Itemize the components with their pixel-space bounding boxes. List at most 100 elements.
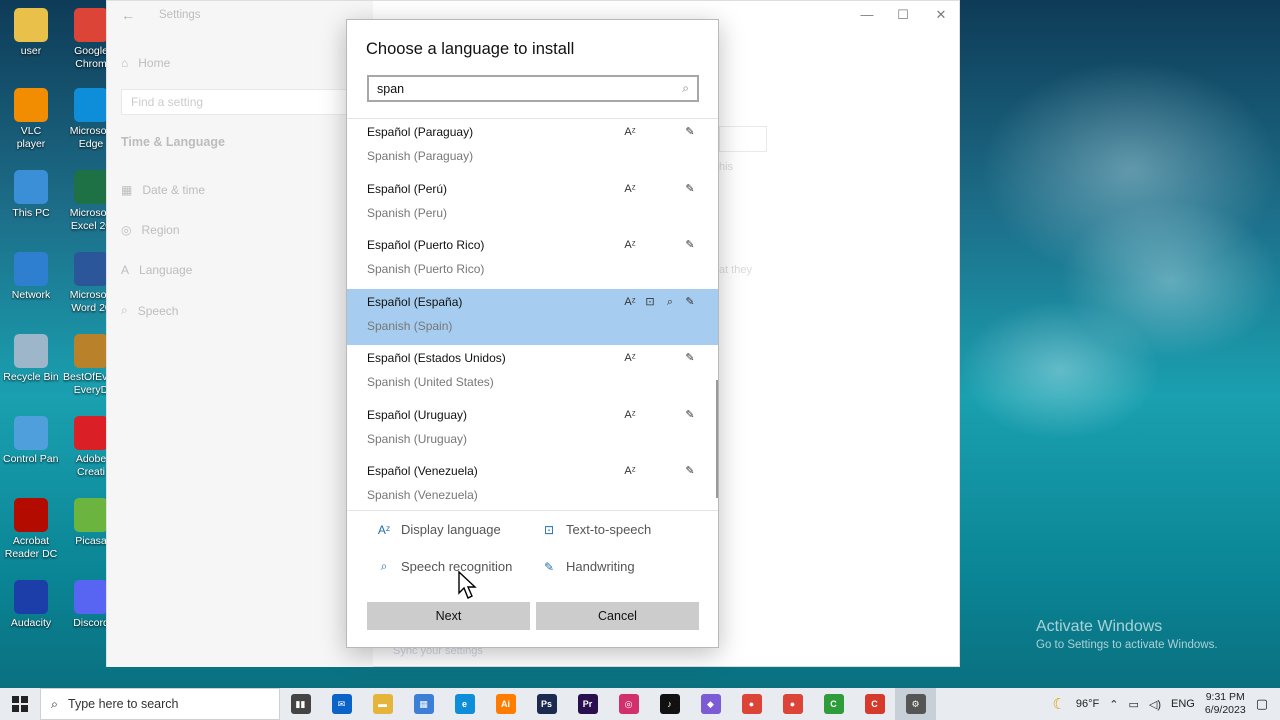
microphone-icon: ⌕ [666, 295, 674, 308]
language-row[interactable]: Español (Paraguay) Spanish (Paraguay) Aᶻ ✎ [347, 119, 718, 175]
legend-label: Display language [401, 522, 501, 537]
desktop-icon-label: This PC [12, 207, 50, 219]
start-button[interactable] [0, 688, 40, 720]
legend-label: Speech recognition [401, 559, 513, 574]
weather-temp[interactable]: 96°F [1076, 698, 1099, 710]
taskbar-search-placeholder: Type here to search [68, 697, 179, 711]
desktop-icon[interactable]: Recycle Bin [3, 334, 59, 384]
language-name: Español (España) [367, 294, 463, 309]
clock-date: 6/9/2023 [1204, 704, 1246, 716]
desktop-icon[interactable]: Audacity [3, 580, 59, 630]
choose-language-dialog: Choose a language to install span ⌕ Espa… [346, 19, 719, 648]
desktop-icon[interactable]: Acrobat Reader DC [3, 498, 59, 561]
desktop-app-icon [14, 170, 48, 204]
desktop-icon-label: Recycle Bin [3, 371, 59, 383]
language-row[interactable]: Español (Uruguay) Spanish (Uruguay) Aᶻ ✎ [347, 402, 718, 458]
desktop-icon-label: Acrobat [12, 535, 50, 547]
desktop-icon-label-line2: Reader DC [4, 548, 58, 560]
taskbar-tiktok-button[interactable]: ♪ [649, 688, 690, 720]
notification-icon[interactable]: ▢ [1256, 696, 1268, 712]
taskbar-chrome-2-button[interactable]: ● [772, 688, 813, 720]
desktop-icon-label: user [20, 45, 42, 57]
display-language-icon: Aᶻ [624, 295, 636, 308]
cancel-button[interactable]: Cancel [536, 602, 699, 630]
handwriting-icon: ✎ [685, 465, 695, 477]
photoshop-icon: Ps [536, 694, 557, 714]
obsidian-icon: ◆ [700, 694, 721, 714]
next-button[interactable]: Next [367, 602, 530, 630]
desktop-app-icon [74, 416, 108, 450]
weather-moon-icon: ☾ [1052, 696, 1066, 713]
clock[interactable]: 9:31 PM 6/9/2023 [1205, 691, 1246, 717]
legend-handwriting: ✎ Handwriting [542, 559, 635, 574]
taskbar-chrome-1-button[interactable]: ● [731, 688, 772, 720]
task-view-icon: ▮▮ [290, 694, 311, 714]
display-language-icon: Aᶻ [624, 465, 636, 477]
legend-display-language: Aᶻ Display language [377, 522, 501, 537]
language-search-input[interactable]: span ⌕ [367, 75, 699, 102]
taskbar-edge-button[interactable]: e [444, 688, 485, 720]
language-name: Español (Uruguay) [367, 407, 468, 422]
taskbar-obsidian-button[interactable]: ◆ [690, 688, 731, 720]
taskbar-photoshop-button[interactable]: Ps [526, 688, 567, 720]
language-row[interactable]: Español (España) Spanish (Spain) Aᶻ ⊡ ⌕ ✎ [347, 288, 718, 345]
mouse-cursor-icon [458, 571, 477, 599]
language-row[interactable]: Español (Estados Unidos) Spanish (United … [347, 345, 718, 401]
scrollbar[interactable] [716, 380, 718, 498]
chrome-1-icon: ● [741, 694, 762, 714]
taskbar-camtasia-rec-button[interactable]: C [854, 688, 895, 720]
legend-text-to-speech: ⊡ Text-to-speech [542, 522, 651, 537]
windows-logo-icon [12, 696, 28, 712]
language-name: Español (Venezuela) [367, 464, 478, 478]
taskbar-task-view-button[interactable]: ▮▮ [280, 688, 321, 720]
network-icon[interactable]: ▭ [1128, 698, 1138, 711]
desktop-icons: user Google Chrom VLC player Microsoft Edge Thi… [0, 0, 119, 688]
taskbar-camtasia-button[interactable]: C [813, 688, 854, 720]
taskbar-search[interactable]: ⌕ Type here to search [40, 688, 280, 720]
system-tray: ☾ 96°F ⌃ ▭ ◁) ENG 9:31 PM 6/9/2023 ▢ [1052, 688, 1280, 720]
language-indicator[interactable]: ENG [1171, 698, 1195, 710]
taskbar-instagram-button[interactable]: ◎ [608, 688, 649, 720]
dialog-title: Choose a language to install [366, 40, 575, 58]
desktop-icon[interactable]: This PC [3, 170, 59, 220]
taskbar-settings-button[interactable]: ⚙ [895, 688, 936, 720]
desktop-icon[interactable]: Network [3, 252, 59, 302]
instagram-icon: ◎ [618, 694, 639, 714]
taskbar-premiere-button[interactable]: Pr [567, 688, 608, 720]
desktop-icon[interactable]: user [3, 8, 59, 58]
text-to-speech-icon: ⊡ [543, 522, 555, 537]
illustrator-icon: Ai [495, 694, 516, 714]
language-english-name: Spanish (Venezuela) [367, 488, 478, 502]
desktop-app-icon [14, 252, 48, 286]
taskbar-store-button[interactable]: ▦ [403, 688, 444, 720]
language-row[interactable]: Español (Puerto Rico) Spanish (Puerto Ric… [347, 232, 718, 288]
desktop-icon[interactable]: Control Panel [3, 416, 59, 466]
desktop-icon-label: Audacity [10, 617, 52, 629]
legend-speech-recognition: ⌕ Speech recognition [377, 559, 513, 574]
legend-label: Handwriting [566, 559, 635, 574]
taskbar-file-explorer-button[interactable]: ▬ [362, 688, 403, 720]
desktop-app-icon [14, 498, 48, 532]
language-english-name: Spanish (Puerto Rico) [367, 262, 485, 276]
desktop-app-icon [74, 170, 108, 204]
display-language-icon: Aᶻ [624, 182, 636, 195]
store-icon: ▦ [413, 694, 434, 714]
taskbar: ⌕ Type here to search ▮▮ ✉ ▬ ▦ e Ai Ps Pr ◎ ♪ ◆ ● ● C… [0, 688, 1280, 720]
activate-windows-watermark: Activate Windows Go to Settings to activ… [1036, 618, 1218, 651]
taskbar-mail-button[interactable]: ✉ [321, 688, 362, 720]
desktop-app-icon [14, 580, 48, 614]
desktop-icon[interactable]: VLC player [3, 88, 59, 151]
handwriting-icon: ✎ [685, 408, 695, 421]
handwriting-icon: ✎ [685, 239, 695, 251]
volume-icon[interactable]: ◁) [1149, 698, 1161, 711]
language-row[interactable]: Español (Perú) Spanish (Peru) Aᶻ ✎ [347, 176, 718, 232]
taskbar-illustrator-button[interactable]: Ai [485, 688, 526, 720]
desktop-app-icon [14, 8, 48, 42]
language-row[interactable]: Español (Venezuela) Spanish (Venezuela) Aᶻ… [347, 458, 718, 510]
chevron-up-icon[interactable]: ⌃ [1109, 698, 1118, 711]
language-list: Español (Paraguay) Spanish (Paraguay) Aᶻ ✎ E… [347, 118, 718, 511]
desktop-icon-label: Control Panel [3, 453, 59, 465]
clock-time: 9:31 PM [1205, 691, 1245, 703]
language-english-name: Spanish (Uruguay) [367, 431, 468, 446]
handwriting-icon: ✎ [543, 559, 555, 574]
